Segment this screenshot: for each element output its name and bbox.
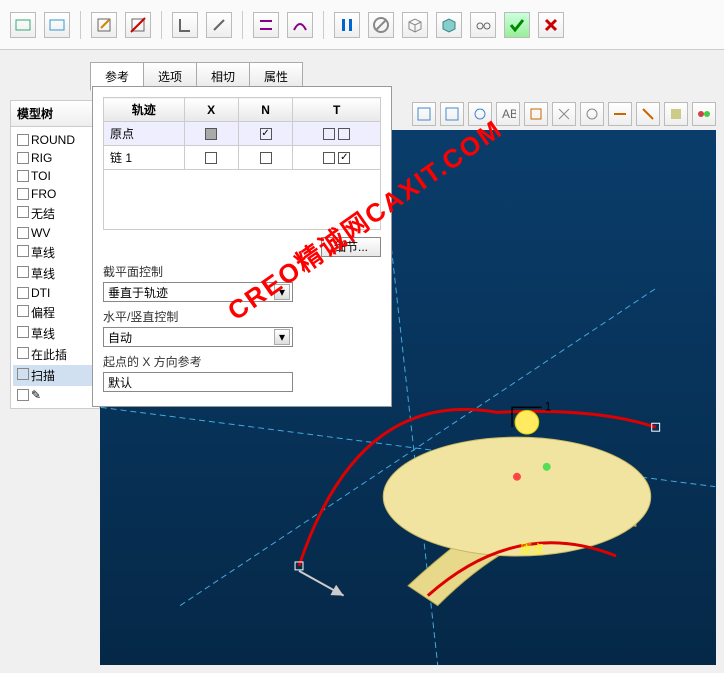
view-btn-7[interactable]	[580, 102, 604, 126]
field-value: 默认	[108, 374, 132, 391]
handle-label: 1	[545, 399, 552, 413]
origin-label: 原点	[520, 540, 544, 557]
col-x: X	[184, 98, 238, 122]
col-traj: 轨迹	[104, 98, 185, 122]
tree-item[interactable]: ROUND	[13, 131, 97, 149]
tree-item[interactable]: 草线	[13, 263, 97, 284]
checkbox-x[interactable]	[205, 128, 217, 140]
chevron-down-icon: ▾	[274, 329, 290, 345]
checkbox-n[interactable]	[260, 128, 272, 140]
xref-field[interactable]: 默认	[103, 372, 293, 392]
checkbox-t2[interactable]	[338, 128, 350, 140]
tool-cube2-icon[interactable]	[436, 12, 462, 38]
tool-rect2-icon[interactable]	[44, 12, 70, 38]
tree-item[interactable]: 在此插	[13, 344, 97, 365]
view-btn-2[interactable]	[440, 102, 464, 126]
section-control-label: 截平面控制	[103, 263, 381, 280]
tree-item[interactable]: TOI	[13, 167, 97, 185]
col-t: T	[293, 98, 381, 122]
view-btn-11[interactable]	[692, 102, 716, 126]
view-btn-4[interactable]: AB	[496, 102, 520, 126]
section-control-combo[interactable]: 垂直于轨迹 ▾	[103, 282, 293, 302]
tool-close-icon[interactable]	[538, 12, 564, 38]
hv-control-label: 水平/竖直控制	[103, 308, 381, 325]
details-button[interactable]: 细节...	[321, 237, 381, 257]
tree-item[interactable]: 无结	[13, 203, 97, 224]
tree-item[interactable]: DTI	[13, 284, 97, 302]
main-toolbar	[0, 0, 724, 50]
model-tree-panel: 模型树 ROUND RIG TOI FRO 无结 WV 草线 草线 DTI 偏程…	[10, 100, 100, 409]
traj-name: 原点	[104, 122, 185, 146]
tool-slash-rect-icon[interactable]	[125, 12, 151, 38]
tool-glasses-icon[interactable]	[470, 12, 496, 38]
view-btn-10[interactable]	[664, 102, 688, 126]
view-btn-1[interactable]	[412, 102, 436, 126]
checkbox-t1[interactable]	[323, 128, 335, 140]
tree-item[interactable]: FRO	[13, 185, 97, 203]
tree-item[interactable]: RIG	[13, 149, 97, 167]
view-btn-6[interactable]	[552, 102, 576, 126]
tool-check-icon[interactable]	[504, 12, 530, 38]
trajectory-table: 轨迹 X N T 原点 链 1	[103, 97, 381, 230]
combo-value: 垂直于轨迹	[108, 284, 168, 301]
tree-item-sweep[interactable]: 扫描	[13, 365, 97, 386]
view-toolbar: AB	[412, 102, 716, 126]
tree-item[interactable]: WV	[13, 224, 97, 242]
checkbox-x[interactable]	[205, 152, 217, 164]
tool-cube1-icon[interactable]	[402, 12, 428, 38]
reference-panel: 轨迹 X N T 原点 链 1 细节... 截平面控制 垂直于轨迹 ▾ 水平/竖…	[92, 86, 392, 407]
view-btn-3[interactable]	[468, 102, 492, 126]
tool-forbid-icon[interactable]	[368, 12, 394, 38]
tool-pause-icon[interactable]	[334, 12, 360, 38]
tree-item[interactable]: 偏程	[13, 302, 97, 323]
model-tree-header: 模型树	[11, 101, 99, 127]
separator	[80, 11, 81, 39]
combo-value: 自动	[108, 329, 132, 346]
tool-rect-icon[interactable]	[10, 12, 36, 38]
table-row[interactable]: 链 1	[104, 146, 381, 170]
col-n: N	[238, 98, 292, 122]
svg-text:AB: AB	[502, 107, 516, 121]
tree-item[interactable]: 草线	[13, 242, 97, 263]
tree-item[interactable]: 草线	[13, 323, 97, 344]
separator	[161, 11, 162, 39]
tree-item[interactable]: ✎	[13, 386, 97, 404]
tool-edit-icon[interactable]	[91, 12, 117, 38]
chevron-down-icon: ▾	[274, 284, 290, 300]
view-btn-8[interactable]	[608, 102, 632, 126]
view-btn-9[interactable]	[636, 102, 660, 126]
tool-slash-icon[interactable]	[206, 12, 232, 38]
hv-control-combo[interactable]: 自动 ▾	[103, 327, 293, 347]
tool-line-icon[interactable]	[253, 12, 279, 38]
checkbox-n[interactable]	[260, 152, 272, 164]
table-row[interactable]: 原点	[104, 122, 381, 146]
model-tree: ROUND RIG TOI FRO 无结 WV 草线 草线 DTI 偏程 草线 …	[11, 127, 99, 408]
traj-name: 链 1	[104, 146, 185, 170]
xref-label: 起点的 X 方向参考	[103, 353, 381, 370]
tool-bracket-icon[interactable]	[172, 12, 198, 38]
separator	[323, 11, 324, 39]
view-btn-5[interactable]	[524, 102, 548, 126]
checkbox-t1[interactable]	[323, 152, 335, 164]
separator	[242, 11, 243, 39]
checkbox-t2[interactable]	[338, 152, 350, 164]
tool-curve-icon[interactable]	[287, 12, 313, 38]
